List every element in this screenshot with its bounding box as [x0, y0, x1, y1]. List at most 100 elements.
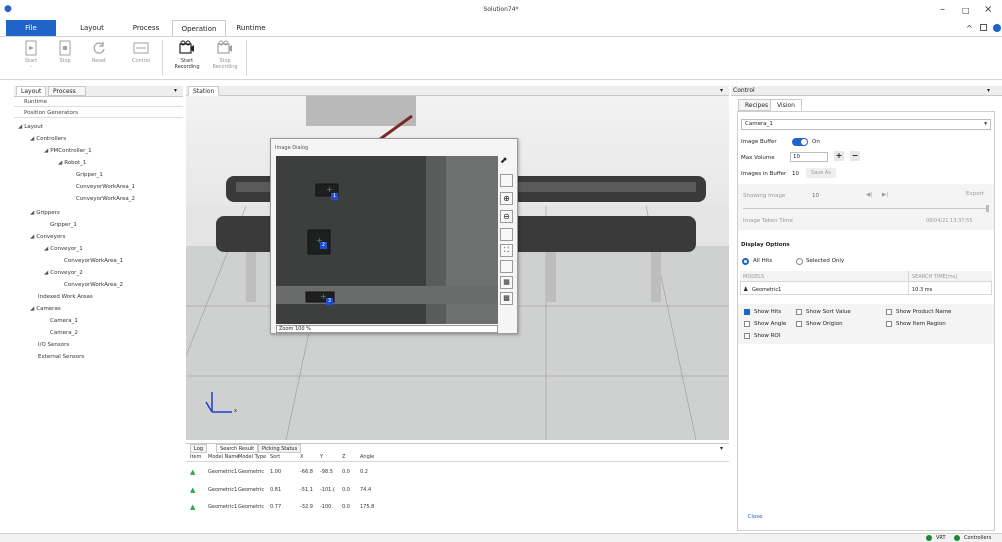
vrt-label[interactable]: VRT [936, 535, 946, 541]
show-angle-checkbox[interactable] [744, 321, 750, 327]
search-time-col[interactable]: SEARCH TIME[ms] [912, 274, 957, 280]
show-product-name-checkbox[interactable] [886, 309, 892, 315]
col-z[interactable]: Z [342, 454, 345, 460]
close-button[interactable]: Close [740, 512, 770, 523]
tree-c1wa[interactable]: ConveyorWorkArea_1 [64, 258, 123, 264]
maximize-icon[interactable]: □ [962, 6, 970, 15]
reset-button[interactable]: Reset [82, 40, 116, 76]
position-generators-item[interactable]: Position Generators [14, 108, 183, 118]
cell-name[interactable]: Geometric1 [208, 487, 237, 493]
model-time[interactable]: 10.3 ms [912, 287, 932, 293]
cell-y[interactable]: -101.( [320, 487, 335, 493]
tab-station[interactable]: Station [188, 86, 220, 96]
expand-icon[interactable]: ◢ [30, 210, 34, 216]
image-slider-thumb[interactable] [986, 205, 989, 212]
col-model-name[interactable]: Model Name [208, 454, 239, 460]
fit-icon[interactable]: ⛶ [500, 244, 513, 257]
expand-icon[interactable]: ◢ [30, 234, 34, 240]
col-item[interactable]: Item [190, 454, 201, 460]
max-volume-input[interactable]: 10 [790, 152, 828, 162]
all-hits-radio[interactable] [742, 258, 749, 265]
cell-angle[interactable]: 74.4 [360, 487, 371, 493]
controllers-label[interactable]: Controllers [964, 535, 991, 541]
expand-icon[interactable]: ◢ [58, 160, 62, 166]
expand-icon[interactable]: ◢ [44, 148, 48, 154]
bottom-menu-icon[interactable]: ▾ [720, 445, 723, 452]
model-name[interactable]: Geometric1 [752, 287, 781, 293]
tab-runtime[interactable]: Runtime [228, 20, 274, 36]
show-roi-checkbox[interactable] [744, 333, 750, 339]
tree-conveyors[interactable]: ◢ Conveyors [30, 234, 65, 240]
cell-z[interactable]: 0.0 [342, 469, 350, 475]
col-x[interactable]: X [300, 454, 303, 460]
station-menu-icon[interactable]: ▾ [720, 87, 723, 94]
models-col[interactable]: MODELS [743, 274, 764, 280]
cell-x[interactable]: -32.9 [300, 504, 313, 510]
collapse-ribbon-icon[interactable]: ^ [966, 24, 973, 33]
cell-name[interactable]: Geometric1 [208, 504, 237, 510]
tree-cwa2[interactable]: ConveyorWorkArea_2 [76, 196, 135, 202]
tab-process[interactable]: Process [124, 20, 168, 36]
col-model-type[interactable]: Model Type [238, 454, 266, 460]
tab-log[interactable]: Log [190, 444, 207, 453]
start-button[interactable]: Start - [14, 40, 48, 76]
col-y[interactable]: Y [320, 454, 323, 460]
cell-y[interactable]: -98.5 [320, 469, 333, 475]
tree-grippers[interactable]: ◢ Grippers [30, 210, 60, 216]
tab-left-layout[interactable]: Layout [16, 86, 47, 96]
show-origin-checkbox[interactable] [796, 321, 802, 327]
show-hits-checkbox[interactable] [744, 309, 750, 315]
tree-cwa1[interactable]: ConveyorWorkArea_1 [76, 184, 135, 190]
stop-button[interactable]: Stop [48, 40, 82, 76]
close-icon[interactable]: × [984, 4, 992, 15]
cell-type[interactable]: Geometric [238, 469, 264, 475]
expand-icon[interactable]: ◢ [44, 270, 48, 276]
tab-picking-status[interactable]: Picking Status [258, 444, 302, 453]
tab-file[interactable]: File [6, 20, 56, 36]
tab-left-process[interactable]: Process [48, 86, 86, 96]
tree-indexed[interactable]: Indexed Work Areas [38, 294, 93, 300]
tree-cameras[interactable]: ◢ Cameras [30, 306, 61, 312]
runtime-item[interactable]: Runtime [14, 97, 183, 107]
minimize-icon[interactable]: – [940, 4, 945, 15]
grid-icon[interactable]: ▦ [500, 276, 513, 289]
stop-recording-button[interactable]: Stop Recording [208, 40, 242, 76]
tree-io[interactable]: I/O Sensors [38, 342, 69, 348]
start-recording-button[interactable]: Start Recording [170, 40, 204, 76]
control-button[interactable]: Control [124, 40, 158, 76]
save-as-button[interactable]: Save As [806, 168, 836, 178]
tree-ext[interactable]: External Sensors [38, 354, 84, 360]
col-sort[interactable]: Sort [270, 454, 280, 460]
hit-badge-3[interactable]: 3 [326, 298, 333, 305]
cell-type[interactable]: Geometric [238, 504, 264, 510]
cell-sort[interactable]: 1.00 [270, 469, 281, 475]
camera-select[interactable]: Camera_1 ▾ [741, 119, 991, 130]
cell-sort[interactable]: 0.77 [270, 504, 281, 510]
tree-c2wa[interactable]: ConveyorWorkArea_2 [64, 282, 123, 288]
minus-button[interactable]: − [850, 151, 860, 161]
control-menu-icon[interactable]: ▾ [987, 87, 990, 94]
cell-x[interactable]: -51.1 [300, 487, 313, 493]
panel-menu-icon[interactable]: ▾ [174, 87, 177, 94]
plus-button[interactable]: + [834, 151, 844, 161]
crop-icon[interactable] [500, 260, 513, 273]
layout-icon[interactable] [980, 24, 987, 31]
cell-angle[interactable]: 175.8 [360, 504, 374, 510]
cell-angle[interactable]: 0.2 [360, 469, 368, 475]
cell-z[interactable]: 0.0 [342, 487, 350, 493]
selected-only-radio[interactable] [796, 258, 803, 265]
help-icon[interactable] [993, 24, 1001, 32]
tab-vision[interactable]: Vision [770, 99, 802, 111]
tree-gripper[interactable]: Gripper_1 [76, 172, 103, 178]
tree-controllers[interactable]: ◢ Controllers [30, 136, 66, 142]
expand-icon[interactable]: ◢ [18, 124, 22, 130]
cell-type[interactable]: Geometric [238, 487, 264, 493]
show-sort-value-checkbox[interactable] [796, 309, 802, 315]
cell-x[interactable]: -66.8 [300, 469, 313, 475]
image-slider-track[interactable] [743, 208, 989, 209]
export-button[interactable]: Export [960, 189, 990, 200]
hit-badge-1[interactable]: 1 [331, 193, 338, 200]
zoom-in-icon[interactable]: ⊕ [500, 192, 513, 205]
cell-z[interactable]: 0.0 [342, 504, 350, 510]
tree-robot[interactable]: ◢ Robot_1 [58, 160, 86, 166]
